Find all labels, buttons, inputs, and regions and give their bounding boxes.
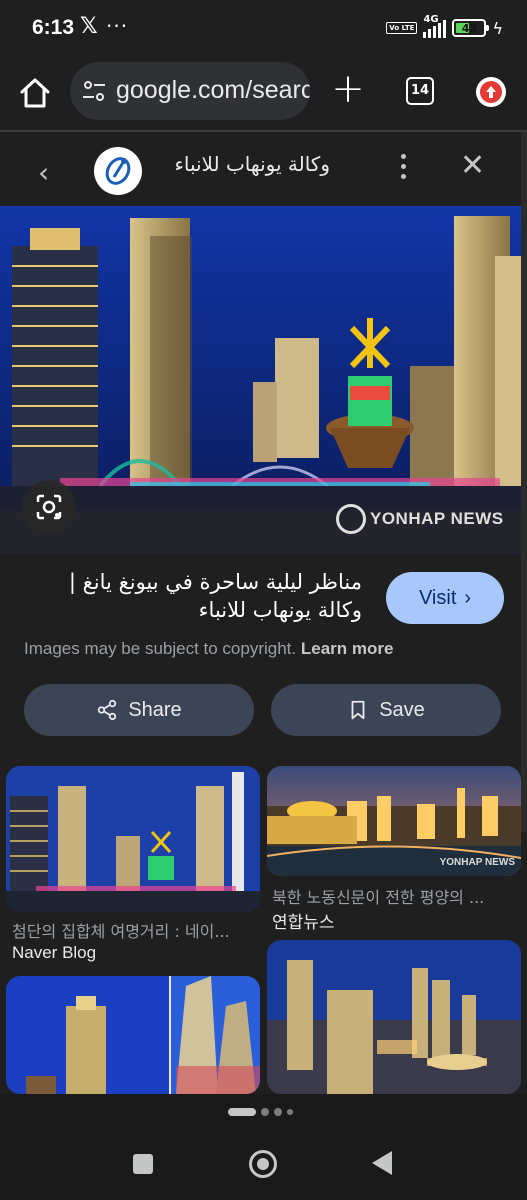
chevron-right-icon: › xyxy=(464,586,472,609)
page-indicator-active xyxy=(228,1108,256,1116)
charging-icon: ϟ xyxy=(492,18,503,38)
learn-more-link[interactable]: Learn more xyxy=(301,639,394,658)
close-icon[interactable]: ✕ xyxy=(460,148,485,183)
lens-search-button[interactable] xyxy=(22,480,76,534)
toolbar-divider xyxy=(0,130,527,132)
bookmark-icon xyxy=(351,700,365,720)
browser-toolbar: google.com/search + 14 xyxy=(0,58,527,130)
related-caption-1[interactable]: 첨단의 집합체 여명거리 : 네이... xyxy=(12,918,254,942)
yonhap-watermark: YONHAP NEWS xyxy=(336,504,504,534)
chevron-left-icon[interactable]: ‹ xyxy=(38,156,49,189)
share-icon xyxy=(98,699,117,721)
visit-label: Visit xyxy=(418,586,457,609)
save-label: Save xyxy=(379,698,425,721)
source-name[interactable]: وكالة يونهاب للانباء xyxy=(160,152,330,176)
status-time: 6:13 xyxy=(32,16,75,39)
related-caption-2[interactable]: 북한 노동신문이 전한 평양의 ... xyxy=(272,884,512,908)
more-notifications-icon: ··· xyxy=(106,14,129,38)
page-indicator xyxy=(228,1108,293,1116)
bottom-area xyxy=(0,1094,527,1200)
update-arrow-icon xyxy=(480,81,502,103)
copyright-text: Images may be subject to copyright. xyxy=(24,639,297,658)
related-image-3[interactable] xyxy=(6,976,260,1094)
copyright-notice: Images may be subject to copyright. Lear… xyxy=(24,639,393,659)
network-type: 4G xyxy=(423,14,439,25)
result-title[interactable]: مناظر ليلية ساحرة في بيونغ يانغ | وكالة … xyxy=(22,568,362,624)
page-indicator-dot xyxy=(261,1108,269,1116)
url-text: google.com/search xyxy=(116,76,310,104)
visit-button[interactable]: Visit › xyxy=(386,572,504,624)
battery-level: 43 xyxy=(461,21,478,35)
x-app-icon: 𝕏 xyxy=(80,14,98,39)
page-indicator-dot xyxy=(274,1108,282,1116)
related-image-1[interactable] xyxy=(6,766,260,912)
preview-image[interactable]: YONHAP NEWS xyxy=(0,206,521,554)
update-badge-button[interactable] xyxy=(476,77,506,107)
share-button[interactable]: Share xyxy=(24,684,254,736)
source-logo xyxy=(94,147,142,195)
related-watermark: YONHAP NEWS xyxy=(439,857,515,868)
site-settings-icon[interactable] xyxy=(82,79,106,103)
scroll-edge xyxy=(521,132,527,832)
address-bar[interactable]: google.com/search xyxy=(70,62,310,120)
page-indicator-dot xyxy=(287,1109,293,1115)
save-button[interactable]: Save xyxy=(271,684,501,736)
battery-icon: 43 xyxy=(452,19,490,37)
back-nav-button[interactable] xyxy=(372,1151,392,1175)
signal-icon: 4G xyxy=(423,14,447,38)
more-options-icon[interactable] xyxy=(396,154,410,184)
tab-switcher-button[interactable]: 14 xyxy=(406,77,434,105)
related-source-1[interactable]: Naver Blog xyxy=(12,943,96,963)
related-image-2[interactable]: YONHAP NEWS xyxy=(267,766,521,876)
related-source-2[interactable]: 연합뉴스 xyxy=(272,908,335,933)
status-indicators: Vo LTE 4G 43 ϟ xyxy=(386,14,503,40)
watermark-text: YONHAP NEWS xyxy=(370,509,504,528)
volte-icon: Vo LTE xyxy=(386,22,418,34)
related-image-4[interactable] xyxy=(267,940,521,1094)
share-label: Share xyxy=(128,698,182,721)
home-nav-button[interactable] xyxy=(249,1150,277,1178)
image-viewer-header: ‹ وكالة يونهاب للانباء ✕ xyxy=(0,134,521,206)
status-bar: 6:13 𝕏 ··· Vo LTE 4G 43 ϟ xyxy=(0,0,527,58)
recents-button[interactable] xyxy=(133,1154,153,1174)
home-icon[interactable] xyxy=(18,76,52,110)
new-tab-button[interactable]: + xyxy=(330,69,366,109)
yonhap-logo-icon xyxy=(336,504,366,534)
